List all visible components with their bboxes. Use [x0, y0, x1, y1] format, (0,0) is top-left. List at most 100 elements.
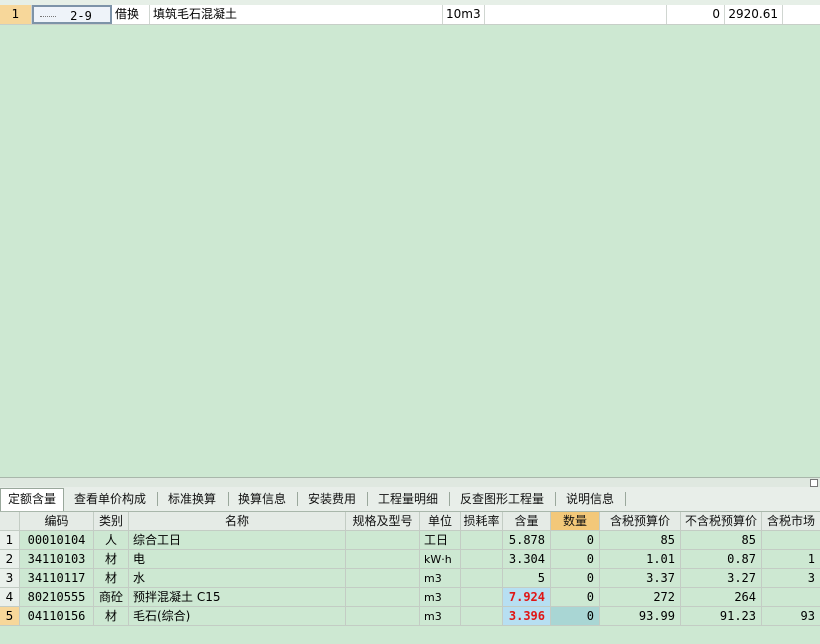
col-code[interactable]: 编码 [20, 512, 94, 531]
cell-tax-market[interactable]: 1 [762, 550, 820, 569]
cell-tax-market[interactable]: 3 [762, 569, 820, 588]
quota-row[interactable]: 1 2-9 借换 填筑毛石混凝土 10m3 0 2920.61 [0, 5, 820, 25]
cell-loss[interactable] [461, 588, 503, 607]
cell-tax-market[interactable] [762, 588, 820, 607]
cell-spec[interactable] [346, 607, 420, 626]
cell-name[interactable]: 综合工日 [129, 531, 346, 550]
cell-tax-market[interactable] [762, 531, 820, 550]
table-row[interactable]: 3 34110117 材 水 m3 5 0 3.37 3.27 3 [0, 569, 820, 588]
col-loss-rate[interactable]: 损耗率 [461, 512, 503, 531]
row-number: 1 [0, 5, 32, 24]
tab-quota-content[interactable]: 定额含量 [0, 488, 65, 511]
cell-name[interactable]: 水 [129, 569, 346, 588]
cell-tax-budget[interactable]: 85 [600, 531, 681, 550]
tab-separator [157, 492, 158, 506]
quota-code-cell[interactable]: 2-9 [32, 5, 112, 24]
quota-spec[interactable] [485, 5, 667, 24]
col-spec[interactable]: 规格及型号 [346, 512, 420, 531]
row-number: 1 [0, 531, 20, 550]
cell-name[interactable]: 毛石(综合) [129, 607, 346, 626]
cell-tax-budget[interactable]: 3.37 [600, 569, 681, 588]
table-row[interactable]: 2 34110103 材 电 kW·h 3.304 0 1.01 0.87 1 [0, 550, 820, 569]
cell-notax-budget[interactable]: 3.27 [681, 569, 762, 588]
cell-tax-budget[interactable]: 93.99 [600, 607, 681, 626]
cell-code[interactable]: 34110117 [20, 569, 94, 588]
cell-tax-market[interactable]: 93 [762, 607, 820, 626]
col-quantity[interactable]: 数量 [551, 512, 600, 531]
tab-conversion-info[interactable]: 换算信息 [231, 489, 293, 509]
cell-unit[interactable]: 工日 [420, 531, 461, 550]
cell-quantity[interactable]: 0 [551, 569, 600, 588]
cell-name[interactable]: 电 [129, 550, 346, 569]
tab-separator [228, 492, 229, 506]
col-tax-market[interactable]: 含税市场 [762, 512, 820, 531]
quota-quantity[interactable]: 0 [667, 5, 725, 24]
cell-category[interactable]: 人 [94, 531, 129, 550]
cell-unit[interactable]: m3 [420, 588, 461, 607]
cell-notax-budget[interactable]: 91.23 [681, 607, 762, 626]
cell-notax-budget[interactable]: 85 [681, 531, 762, 550]
restore-icon[interactable] [810, 479, 818, 487]
header-corner [0, 512, 20, 531]
col-name[interactable]: 名称 [129, 512, 346, 531]
row-number: 2 [0, 550, 20, 569]
quota-name[interactable]: 填筑毛石混凝土 [150, 5, 443, 24]
cell-quantity[interactable]: 0 [551, 550, 600, 569]
cell-tax-budget[interactable]: 272 [600, 588, 681, 607]
tab-unit-price[interactable]: 查看单价构成 [67, 489, 153, 509]
tab-reverse-lookup[interactable]: 反查图形工程量 [453, 489, 551, 509]
table-row[interactable]: 1 00010104 人 综合工日 工日 5.878 0 85 85 [0, 531, 820, 550]
quota-extra-cell[interactable] [783, 5, 820, 24]
cell-notax-budget[interactable]: 264 [681, 588, 762, 607]
cell-spec[interactable] [346, 550, 420, 569]
col-category[interactable]: 类别 [94, 512, 129, 531]
tab-install-fee[interactable]: 安装费用 [301, 489, 363, 509]
cell-code[interactable]: 04110156 [20, 607, 94, 626]
cell-content[interactable]: 5.878 [503, 531, 551, 550]
cell-content[interactable]: 3.304 [503, 550, 551, 569]
cell-content[interactable]: 3.396 [503, 607, 551, 626]
cell-code[interactable]: 00010104 [20, 531, 94, 550]
cell-category[interactable]: 商砼 [94, 588, 129, 607]
quota-unit[interactable]: 10m3 [443, 5, 485, 24]
cell-quantity[interactable]: 0 [551, 607, 600, 626]
cell-unit[interactable]: m3 [420, 607, 461, 626]
cell-category[interactable]: 材 [94, 550, 129, 569]
tab-description[interactable]: 说明信息 [559, 489, 621, 509]
col-notax-budget[interactable]: 不含税预算价 [681, 512, 762, 531]
tab-quantity-detail[interactable]: 工程量明细 [371, 489, 445, 509]
cell-code[interactable]: 80210555 [20, 588, 94, 607]
quota-type[interactable]: 借换 [112, 5, 150, 24]
cell-tax-budget[interactable]: 1.01 [600, 550, 681, 569]
cell-notax-budget[interactable]: 0.87 [681, 550, 762, 569]
table-row[interactable]: 5 04110156 材 毛石(综合) m3 3.396 0 93.99 91.… [0, 607, 820, 626]
cell-quantity[interactable]: 0 [551, 588, 600, 607]
col-unit[interactable]: 单位 [420, 512, 461, 531]
cell-loss[interactable] [461, 531, 503, 550]
cell-spec[interactable] [346, 531, 420, 550]
cell-unit[interactable]: m3 [420, 569, 461, 588]
cell-unit[interactable]: kW·h [420, 550, 461, 569]
table-row[interactable]: 4 80210555 商砼 预拌混凝土 C15 m3 7.924 0 272 2… [0, 588, 820, 607]
col-content[interactable]: 含量 [503, 512, 551, 531]
row-number: 4 [0, 588, 20, 607]
tab-separator [555, 492, 556, 506]
cell-category[interactable]: 材 [94, 569, 129, 588]
cell-name[interactable]: 预拌混凝土 C15 [129, 588, 346, 607]
grid-header: 编码 类别 名称 规格及型号 单位 损耗率 含量 数量 含税预算价 不含税预算价… [0, 512, 820, 531]
cell-content[interactable]: 5 [503, 569, 551, 588]
cell-quantity[interactable]: 0 [551, 531, 600, 550]
col-tax-budget[interactable]: 含税预算价 [600, 512, 681, 531]
cell-category[interactable]: 材 [94, 607, 129, 626]
cell-spec[interactable] [346, 588, 420, 607]
cell-content[interactable]: 7.924 [503, 588, 551, 607]
cell-loss[interactable] [461, 569, 503, 588]
tab-standard-conversion[interactable]: 标准换算 [161, 489, 223, 509]
cell-code[interactable]: 34110103 [20, 550, 94, 569]
cell-spec[interactable] [346, 569, 420, 588]
tab-separator [297, 492, 298, 506]
cell-loss[interactable] [461, 550, 503, 569]
cell-loss[interactable] [461, 607, 503, 626]
quota-price[interactable]: 2920.61 [725, 5, 783, 24]
tab-separator [367, 492, 368, 506]
